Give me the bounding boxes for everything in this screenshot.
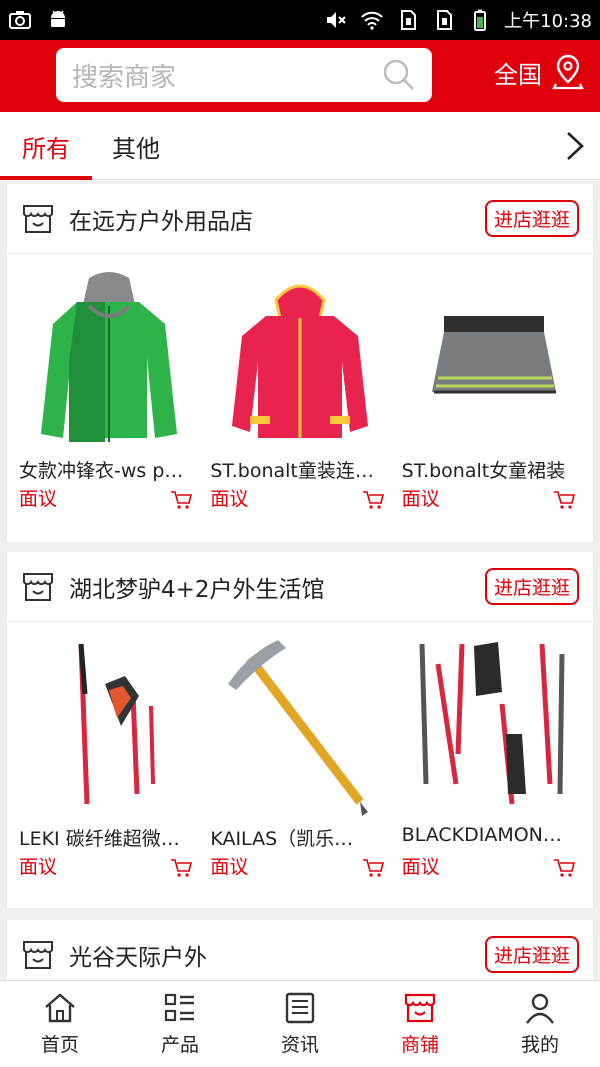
shop-name: 在远方户外用品店 — [69, 208, 253, 235]
product-name: ST.bonalt女童裙装 — [401, 460, 566, 482]
news-icon — [285, 992, 315, 1023]
product-item[interactable]: LEKI 碳纤维超微… 面议 — [13, 622, 204, 910]
nav-products[interactable]: 产品 — [120, 981, 240, 1067]
bottom-navigation: 首页 产品 资讯 商铺 我的 — [0, 980, 600, 1067]
product-item[interactable]: KAILAS（凯乐… 面议 — [204, 622, 395, 910]
tab-other[interactable]: 其他 — [92, 112, 180, 180]
visit-store-button[interactable]: 进店逛逛 — [484, 936, 579, 973]
status-time: 上午10:38 — [504, 11, 592, 32]
search-input[interactable]: 搜索商家 — [56, 48, 432, 102]
tab-other-label: 其他 — [112, 134, 160, 163]
product-item[interactable]: ST.bonalt女童裙装 面议 — [396, 254, 587, 542]
shop-card: 在远方户外用品店 进店逛逛 女款冲锋衣-ws p… 面议 ST.bonalt童装… — [7, 184, 593, 542]
store-icon — [23, 940, 53, 969]
sim-card-icon — [437, 10, 453, 30]
product-price: 面议 — [210, 488, 249, 510]
wifi-icon — [361, 11, 383, 30]
visit-store-button[interactable]: 进店逛逛 — [484, 200, 579, 237]
nav-me-label: 我的 — [520, 1033, 559, 1056]
product-image-green-jacket — [19, 266, 200, 451]
tab-all[interactable]: 所有 — [0, 112, 92, 180]
user-icon — [526, 993, 554, 1024]
product-price: 面议 — [401, 488, 440, 510]
shop-name: 湖北梦驴4+2户外生活馆 — [69, 576, 325, 603]
nav-me[interactable]: 我的 — [480, 981, 600, 1067]
screenshot-icon — [9, 11, 31, 29]
product-name: 女款冲锋衣-ws p… — [19, 460, 184, 482]
category-tabs: 所有 其他 — [0, 112, 600, 180]
shop-header[interactable]: 湖北梦驴4+2户外生活馆 进店逛逛 — [7, 552, 593, 622]
status-bar: 上午10:38 — [0, 0, 600, 40]
shop-header[interactable]: 光谷天际户外 进店逛逛 — [7, 920, 593, 980]
product-item[interactable]: BLACKDIAMON… 面议 — [396, 622, 587, 910]
tab-all-label: 所有 — [22, 134, 70, 163]
search-placeholder: 搜索商家 — [72, 62, 177, 93]
cart-icon[interactable] — [553, 490, 575, 510]
nav-stores[interactable]: 商铺 — [360, 981, 480, 1067]
shop-card: 湖北梦驴4+2户外生活馆 进店逛逛 LEKI 碳纤维超微… 面议 KAILAS（… — [7, 552, 593, 908]
region-label: 全国 — [494, 60, 542, 89]
home-icon — [45, 992, 75, 1022]
store-icon — [404, 993, 436, 1022]
shop-name: 光谷天际户外 — [69, 944, 207, 971]
product-name: BLACKDIAMON… — [401, 824, 562, 846]
tab-active-indicator — [0, 176, 92, 180]
chevron-right-icon[interactable] — [564, 130, 586, 162]
cart-icon[interactable] — [362, 490, 384, 510]
product-image-pink-jacket — [210, 266, 392, 451]
product-name: LEKI 碳纤维超微… — [19, 828, 180, 850]
store-icon — [23, 204, 53, 233]
battery-icon — [474, 9, 487, 31]
product-name: KAILAS（凯乐… — [210, 828, 354, 850]
product-image-grey-skirt — [401, 266, 583, 451]
mute-icon — [327, 12, 346, 28]
nav-news-label: 资讯 — [280, 1033, 319, 1056]
cart-icon[interactable] — [170, 490, 193, 510]
shop-card: 光谷天际户外 进店逛逛 — [7, 920, 593, 980]
cart-icon[interactable] — [170, 858, 193, 878]
android-icon — [51, 10, 65, 27]
sim-card-icon — [401, 10, 417, 30]
shop-header[interactable]: 在远方户外用品店 进店逛逛 — [7, 184, 593, 254]
top-header: 搜索商家 全国 — [0, 40, 600, 112]
cart-icon[interactable] — [553, 858, 575, 878]
product-price: 面议 — [19, 488, 58, 510]
nav-home-label: 首页 — [40, 1033, 79, 1056]
product-item[interactable]: 女款冲锋衣-ws p… 面议 — [13, 254, 204, 542]
product-image-trekking-poles — [19, 634, 200, 819]
product-item[interactable]: ST.bonalt童装连… 面议 — [204, 254, 395, 542]
nav-stores-label: 商铺 — [400, 1033, 439, 1056]
region-selector[interactable]: 全国 — [494, 54, 584, 90]
nav-products-label: 产品 — [160, 1033, 199, 1056]
visit-store-button[interactable]: 进店逛逛 — [484, 568, 579, 605]
cart-icon[interactable] — [362, 858, 384, 878]
product-price: 面议 — [210, 856, 249, 878]
product-image-ice-axe — [210, 634, 392, 819]
nav-news[interactable]: 资讯 — [240, 981, 360, 1067]
store-icon — [23, 572, 53, 601]
product-price: 面议 — [401, 856, 440, 878]
product-image-folding-poles — [401, 634, 583, 819]
product-price: 面议 — [19, 856, 58, 878]
location-pin-icon — [552, 54, 584, 90]
product-row: LEKI 碳纤维超微… 面议 KAILAS（凯乐… 面议 BLACKDIAMON… — [7, 622, 593, 910]
product-row: 女款冲锋衣-ws p… 面议 ST.bonalt童装连… 面议 ST.bonal… — [7, 254, 593, 542]
search-icon[interactable] — [382, 58, 416, 92]
grid-list-icon — [164, 993, 194, 1021]
product-name: ST.bonalt童装连… — [210, 460, 374, 482]
nav-home[interactable]: 首页 — [0, 981, 120, 1067]
